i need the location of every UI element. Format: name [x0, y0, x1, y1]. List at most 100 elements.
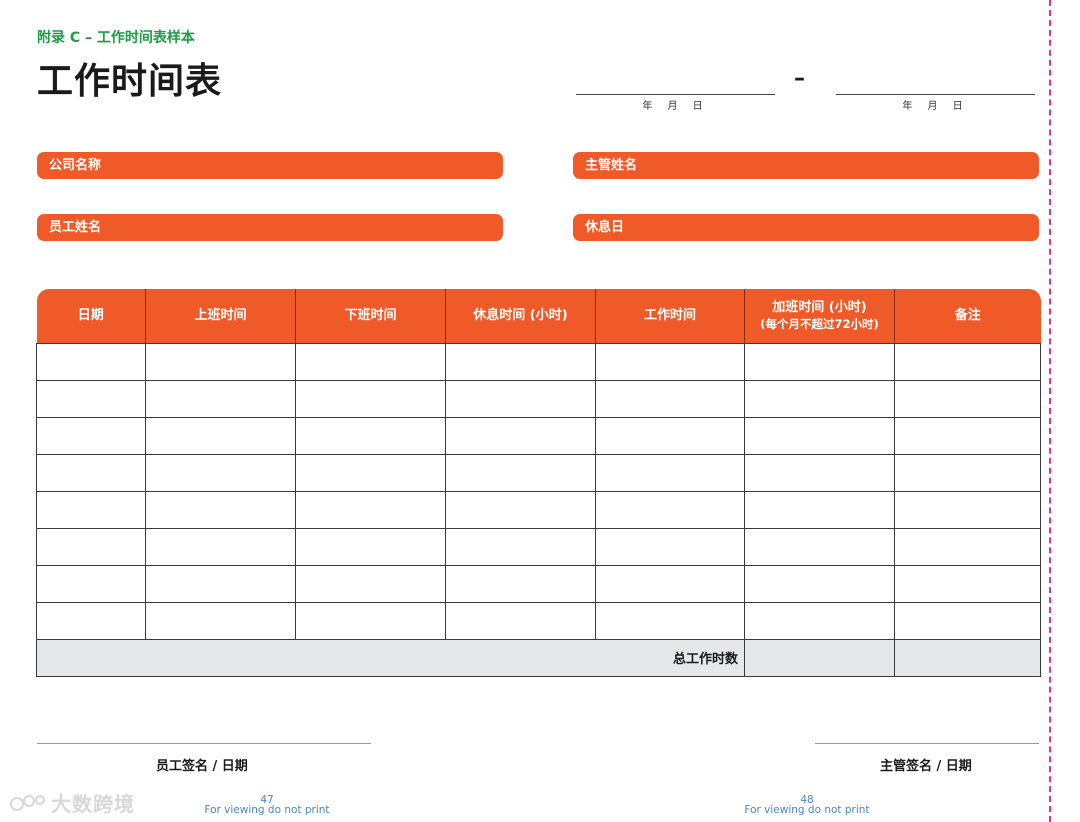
table-cell[interactable]: [36, 564, 146, 603]
table-cell[interactable]: [595, 490, 745, 529]
end-date-line[interactable]: [836, 94, 1035, 95]
date-range-dash: –: [794, 66, 805, 91]
overtime-header-label: 加班时间 (小时): [772, 300, 867, 316]
table-cell[interactable]: [894, 453, 1041, 492]
table-cell[interactable]: [894, 601, 1041, 640]
start-date-line[interactable]: [576, 94, 775, 95]
table-cell[interactable]: [295, 601, 446, 640]
column-header-break-hours: 休息时间 (小时): [445, 289, 596, 343]
table-cell[interactable]: [894, 416, 1041, 455]
overtime-limit-note: (每个月不超过72小时): [760, 316, 879, 331]
column-header-date: 日期: [36, 289, 146, 343]
watermark-text: 大数跨境: [51, 792, 135, 816]
start-date-caption: 年 月 日: [642, 101, 709, 112]
end-date-caption: 年 月 日: [902, 101, 969, 112]
total-row: 总工作时数: [36, 638, 1041, 677]
table-cell[interactable]: [744, 342, 895, 381]
employee-signature-line[interactable]: [37, 743, 371, 744]
table-cell[interactable]: [595, 416, 745, 455]
table-cell[interactable]: [295, 416, 446, 455]
table-cell[interactable]: [894, 564, 1041, 603]
table-row: [36, 342, 1041, 381]
table-cell[interactable]: [445, 490, 596, 529]
table-cell[interactable]: [595, 601, 745, 640]
print-notice-left: For viewing do not print: [204, 804, 330, 816]
table-cell[interactable]: [36, 453, 146, 492]
table-cell[interactable]: [445, 527, 596, 566]
table-cell[interactable]: [595, 564, 745, 603]
table-row: [36, 453, 1041, 492]
rest-day-field[interactable]: 休息日: [573, 214, 1039, 241]
table-cell[interactable]: [744, 527, 895, 566]
table-cell[interactable]: [445, 453, 596, 492]
table-cell[interactable]: [595, 379, 745, 418]
table-cell[interactable]: [145, 490, 296, 529]
table-row: [36, 379, 1041, 418]
table-cell[interactable]: [295, 564, 446, 603]
table-cell[interactable]: [36, 379, 146, 418]
page-title: 工作时间表: [37, 61, 223, 102]
employee-name-field[interactable]: 员工姓名: [37, 214, 503, 241]
watermark: 大数跨境: [9, 788, 135, 819]
table-cell[interactable]: [744, 453, 895, 492]
page-footer-left: 47 For viewing do not print: [197, 795, 337, 816]
table-cell[interactable]: [894, 527, 1041, 566]
table-cell[interactable]: [145, 342, 296, 381]
table-cell[interactable]: [595, 453, 745, 492]
table-cell[interactable]: [894, 342, 1041, 381]
table-row: [36, 601, 1041, 640]
table-header-row: 日期 上班时间 下班时间 休息时间 (小时) 工作时间 加班时间 (小时) (每…: [36, 289, 1041, 343]
table-cell[interactable]: [36, 490, 146, 529]
column-header-overtime: 加班时间 (小时) (每个月不超过72小时): [744, 289, 895, 343]
table-row: [36, 416, 1041, 455]
table-cell[interactable]: [36, 416, 146, 455]
page-cut-line: [1049, 0, 1051, 822]
table-row: [36, 527, 1041, 566]
table-cell[interactable]: [744, 416, 895, 455]
table-cell[interactable]: [145, 416, 296, 455]
print-notice-right: For viewing do not print: [744, 804, 870, 816]
total-remarks-cell[interactable]: [894, 638, 1041, 677]
page-footer-right: 48 For viewing do not print: [737, 795, 877, 816]
table-cell[interactable]: [295, 527, 446, 566]
table-cell[interactable]: [595, 527, 745, 566]
total-overtime-cell[interactable]: [744, 638, 895, 677]
total-hours-label: 总工作时数: [36, 638, 745, 677]
column-header-start-time: 上班时间: [145, 289, 296, 343]
table-cell[interactable]: [295, 342, 446, 381]
column-header-remarks: 备注: [894, 289, 1041, 343]
table-cell[interactable]: [36, 527, 146, 566]
table-cell[interactable]: [36, 601, 146, 640]
table-cell[interactable]: [445, 601, 596, 640]
table-cell[interactable]: [295, 490, 446, 529]
table-cell[interactable]: [36, 342, 146, 381]
table-cell[interactable]: [145, 564, 296, 603]
company-name-field[interactable]: 公司名称: [37, 152, 503, 179]
table-cell[interactable]: [445, 342, 596, 381]
column-header-work-hours: 工作时间: [595, 289, 745, 343]
table-cell[interactable]: [744, 601, 895, 640]
table-row: [36, 490, 1041, 529]
table-cell[interactable]: [445, 379, 596, 418]
table-cell[interactable]: [295, 379, 446, 418]
table-cell[interactable]: [744, 379, 895, 418]
table-cell[interactable]: [894, 490, 1041, 529]
table-cell[interactable]: [445, 564, 596, 603]
table-cell[interactable]: [744, 490, 895, 529]
table-cell[interactable]: [744, 564, 895, 603]
watermark-logo-icon: [9, 792, 49, 819]
employee-signature-label: 员工签名 / 日期: [156, 759, 248, 774]
table-cell[interactable]: [145, 601, 296, 640]
table-cell[interactable]: [894, 379, 1041, 418]
table-cell[interactable]: [595, 342, 745, 381]
table-cell[interactable]: [145, 527, 296, 566]
table-row: [36, 564, 1041, 603]
supervisor-signature-label: 主管签名 / 日期: [880, 759, 972, 774]
supervisor-signature-line[interactable]: [815, 743, 1039, 744]
table-cell[interactable]: [145, 453, 296, 492]
supervisor-name-field[interactable]: 主管姓名: [573, 152, 1039, 179]
table-cell[interactable]: [145, 379, 296, 418]
table-cell[interactable]: [445, 416, 596, 455]
timesheet-table: 日期 上班时间 下班时间 休息时间 (小时) 工作时间 加班时间 (小时) (每…: [36, 289, 1041, 677]
table-cell[interactable]: [295, 453, 446, 492]
